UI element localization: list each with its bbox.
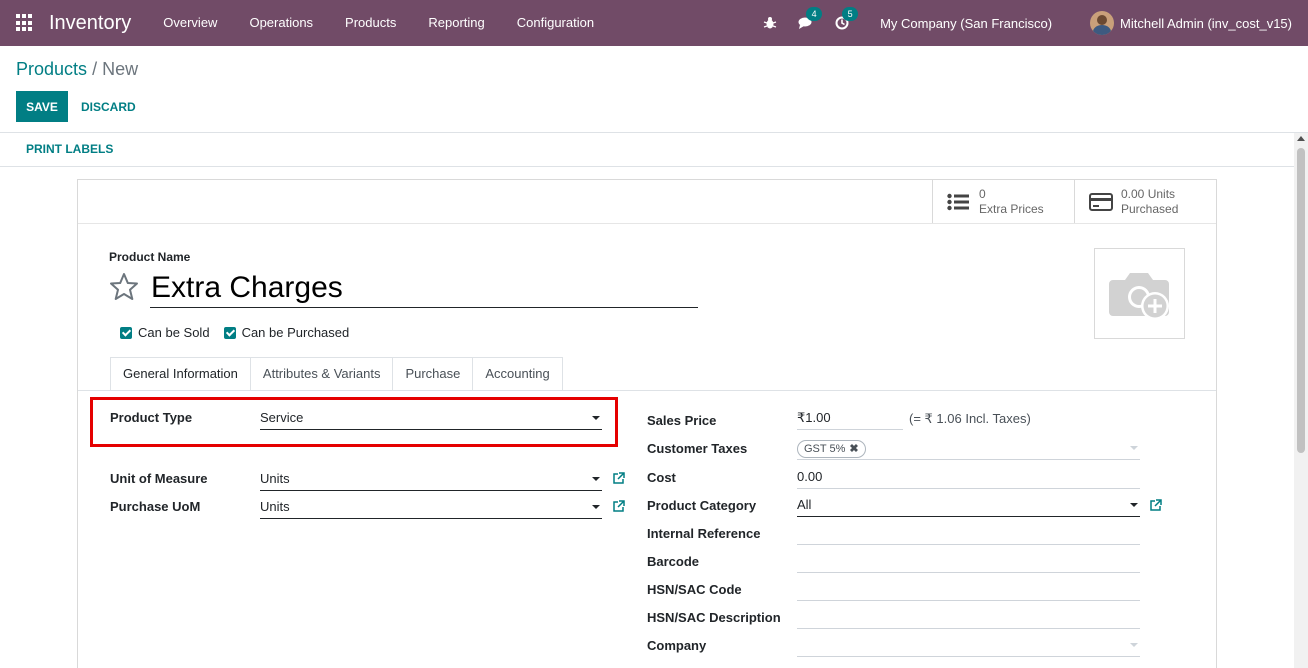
unit-of-measure-label: Unit of Measure <box>110 471 208 486</box>
external-link-icon[interactable] <box>1149 499 1162 512</box>
extra-prices-label: Extra Prices <box>979 201 1044 216</box>
product-type-value: Service <box>260 410 304 425</box>
menu-reporting[interactable]: Reporting <box>412 0 500 46</box>
list-icon <box>947 192 969 212</box>
purchased-label: Purchased <box>1121 201 1179 216</box>
breadcrumb-separator: / <box>92 59 98 79</box>
favorite-star-icon[interactable] <box>109 272 139 302</box>
product-type-select[interactable]: Service <box>260 408 602 430</box>
unit-of-measure-select[interactable]: Units <box>260 469 602 491</box>
hsn-code-input[interactable] <box>797 579 1140 601</box>
purchase-uom-label: Purchase UoM <box>110 499 201 514</box>
sales-price-value: ₹1.00 <box>797 410 831 425</box>
can-be-purchased-checkbox[interactable] <box>223 326 236 339</box>
scroll-thumb[interactable] <box>1297 148 1305 453</box>
sales-price-input[interactable]: ₹1.00 <box>797 408 903 430</box>
product-image-upload[interactable] <box>1094 248 1185 339</box>
divider <box>78 223 1216 224</box>
cost-input[interactable]: 0.00 <box>797 467 1140 489</box>
menu-overview[interactable]: Overview <box>147 0 233 46</box>
product-category-select[interactable]: All <box>797 495 1140 517</box>
messages-badge: 4 <box>806 7 823 21</box>
tab-accounting[interactable]: Accounting <box>473 357 563 391</box>
tab-attributes-variants[interactable]: Attributes & Variants <box>250 357 394 391</box>
breadcrumb-products-link[interactable]: Products <box>16 59 87 79</box>
breadcrumb-current: New <box>102 59 139 79</box>
menu-configuration[interactable]: Configuration <box>501 0 610 46</box>
hsn-description-label: HSN/SAC Description <box>647 610 781 625</box>
cost-label: Cost <box>647 470 676 485</box>
can-be-sold-label: Can be Sold <box>138 325 210 340</box>
app-title[interactable]: Inventory <box>49 12 131 35</box>
external-link-icon[interactable] <box>612 500 625 513</box>
activities-icon[interactable]: 5 <box>834 7 859 31</box>
vertical-scrollbar[interactable] <box>1294 133 1308 668</box>
top-navbar: Inventory Overview Operations Products R… <box>0 0 1308 46</box>
activities-badge: 5 <box>842 7 859 21</box>
tax-tag-label: GST 5% <box>804 443 846 455</box>
can-be-purchased-label: Can be Purchased <box>241 325 350 340</box>
company-select[interactable] <box>797 635 1140 657</box>
internal-reference-input[interactable] <box>797 523 1140 545</box>
chevron-down-icon <box>1130 446 1138 450</box>
chevron-down-icon <box>1130 503 1138 507</box>
credit-card-icon <box>1089 192 1113 212</box>
save-button[interactable]: SAVE <box>16 91 68 122</box>
external-link-icon[interactable] <box>612 472 625 485</box>
product-type-label: Product Type <box>110 410 193 425</box>
breadcrumb: Products / New <box>16 59 138 80</box>
bug-icon[interactable] <box>762 15 778 31</box>
product-category-label: Product Category <box>647 498 757 513</box>
hsn-description-input[interactable] <box>797 607 1140 629</box>
purchase-uom-value: Units <box>260 499 290 514</box>
sales-price-label: Sales Price <box>647 413 717 428</box>
chevron-down-icon <box>592 505 600 509</box>
extra-prices-count: 0 <box>979 186 986 201</box>
form-sheet: 0 Extra Prices 0.00 Units Purchased Prod… <box>77 179 1217 668</box>
company-label: Company <box>647 638 707 653</box>
apps-menu-icon[interactable] <box>16 14 34 32</box>
chevron-down-icon <box>1130 643 1138 647</box>
tab-purchase[interactable]: Purchase <box>393 357 474 391</box>
unit-of-measure-value: Units <box>260 471 290 486</box>
can-be-sold-checkbox[interactable] <box>120 326 132 339</box>
divider <box>0 166 1294 167</box>
hsn-code-label: HSN/SAC Code <box>647 582 742 597</box>
scroll-up-arrow-icon[interactable] <box>1297 136 1305 141</box>
tax-tag: GST 5% ✖ <box>797 440 866 458</box>
menu-products[interactable]: Products <box>329 0 412 46</box>
customer-taxes-label: Customer Taxes <box>647 441 748 456</box>
company-switcher[interactable]: My Company (San Francisco) <box>880 16 1052 31</box>
divider <box>78 390 1216 391</box>
avatar <box>1090 11 1115 35</box>
cost-value: 0.00 <box>797 469 823 484</box>
product-name-label: Product Name <box>109 250 191 264</box>
camera-plus-icon <box>1108 272 1169 320</box>
messages-icon[interactable]: 4 <box>798 7 823 31</box>
purchased-value: 0.00 Units <box>1121 186 1176 201</box>
extra-prices-button[interactable]: 0 Extra Prices <box>932 180 1074 223</box>
user-menu[interactable]: Mitchell Admin (inv_cost_v15) <box>1090 11 1292 35</box>
menu-operations[interactable]: Operations <box>233 0 329 46</box>
notebook-tabs: General Information Attributes & Variant… <box>110 357 563 391</box>
print-labels-button[interactable]: PRINT LABELS <box>16 142 123 156</box>
discard-button[interactable]: DISCARD <box>70 91 147 122</box>
product-category-value: All <box>797 497 812 512</box>
purchased-button[interactable]: 0.00 Units Purchased <box>1074 180 1216 223</box>
form-statusbar: PRINT LABELS <box>0 133 1294 167</box>
customer-taxes-input[interactable]: GST 5% ✖ <box>797 438 1140 460</box>
barcode-label: Barcode <box>647 554 700 569</box>
smart-button-box: 0 Extra Prices 0.00 Units Purchased <box>932 180 1216 223</box>
barcode-input[interactable] <box>797 551 1140 573</box>
internal-reference-label: Internal Reference <box>647 526 761 541</box>
chevron-down-icon <box>592 416 600 420</box>
incl-taxes-text: (= ₹ 1.06 Incl. Taxes) <box>909 411 1031 426</box>
tab-general-information[interactable]: General Information <box>110 357 251 391</box>
remove-tag-icon[interactable]: ✖ <box>849 443 858 455</box>
product-name-input[interactable] <box>150 268 698 308</box>
purchase-uom-select[interactable]: Units <box>260 497 602 519</box>
sale-purchase-options: Can be Sold Can be Purchased <box>120 325 363 340</box>
user-name: Mitchell Admin (inv_cost_v15) <box>1120 15 1292 31</box>
chevron-down-icon <box>592 477 600 481</box>
